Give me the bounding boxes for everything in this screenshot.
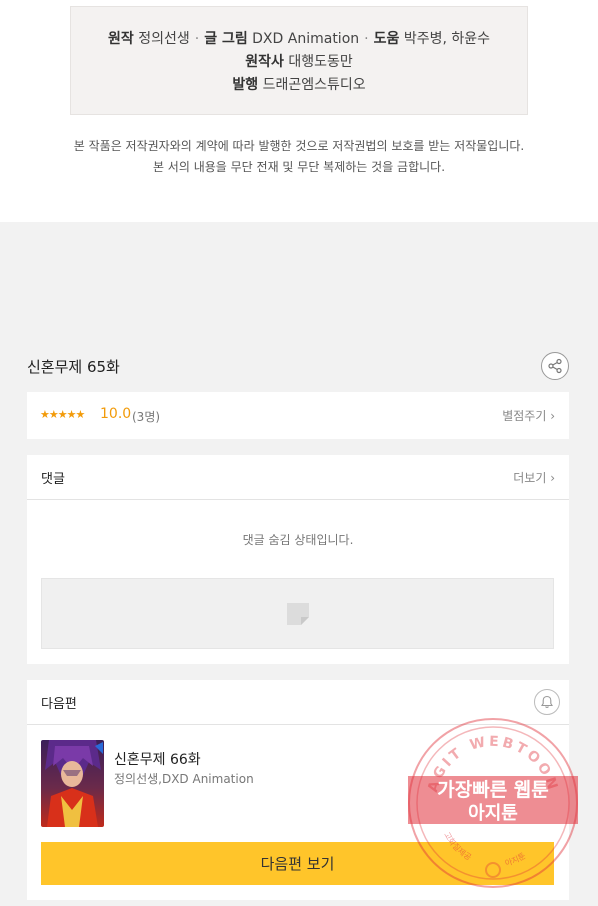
rating-card: ★★★★★ 10.0 (3명) 별점주기 ›: [27, 392, 569, 439]
share-icon: [548, 358, 562, 374]
next-episode-card: 다음편 신혼무제 66화 정의선생,DXD Animation 다음편 보기: [27, 680, 569, 900]
credits-line-2: 원작사 대행도동만: [71, 51, 527, 74]
comments-title: 댓글: [41, 472, 65, 487]
credit-value-original: 정의선생: [138, 31, 190, 47]
footer-info-section: 원작 정의선생 · 글 그림 DXD Animation · 도움 박주병, 하윤수 원…: [0, 0, 598, 222]
credit-label-publisher-origin: 원작사: [245, 54, 284, 70]
next-episode-button[interactable]: 다음편 보기: [41, 842, 554, 885]
episode-header: 신혼무제 65화: [27, 352, 569, 380]
credit-label-art: 글 그림: [204, 31, 248, 47]
comments-more-link[interactable]: 더보기 ›: [513, 469, 555, 486]
next-episode-header: 다음편: [27, 680, 569, 725]
copyright-line-2: 본 서의 내용을 무단 전재 및 무단 복제하는 것을 금합니다.: [152, 160, 446, 174]
bell-icon: [541, 695, 553, 708]
credit-value-publisher-origin: 대행도동만: [288, 54, 353, 70]
rate-button[interactable]: 별점주기 ›: [502, 407, 555, 424]
rating-score: 10.0: [100, 406, 132, 422]
copyright-line-1: 본 작품은 저작권자와의 계약에 따라 발행한 것으로 저작권법의 보호를 받는…: [73, 139, 525, 153]
episode-title: 신혼무제 65화: [27, 358, 120, 376]
credit-label-assist: 도움: [373, 31, 400, 47]
ad-placeholder[interactable]: [41, 578, 554, 649]
share-button[interactable]: [541, 352, 569, 380]
image-placeholder-icon: [286, 602, 309, 625]
credit-label-issuer: 발행: [232, 77, 259, 93]
credit-label-original: 원작: [107, 31, 134, 47]
next-episode-author: 정의선생,DXD Animation: [114, 772, 254, 786]
notification-button[interactable]: [534, 689, 560, 715]
next-episode-title[interactable]: 신혼무제 66화: [114, 749, 201, 769]
credit-value-assist: 박주병, 하윤수: [403, 31, 490, 47]
next-episode-section-title: 다음편: [41, 697, 77, 712]
credits-box: 원작 정의선생 · 글 그림 DXD Animation · 도움 박주병, 하윤수 원…: [70, 6, 528, 115]
comments-card: 댓글 더보기 › 댓글 숨김 상태입니다.: [27, 455, 569, 664]
copyright-notice: 본 작품은 저작권자와의 계약에 따라 발행한 것으로 저작권법의 보호를 받는…: [0, 136, 598, 178]
credits-line-3: 발행 드래곤엠스튜디오: [71, 74, 527, 97]
credits-line-1: 원작 정의선생 · 글 그림 DXD Animation · 도움 박주병, 하윤수: [71, 28, 527, 51]
rating-count: (3명): [132, 410, 161, 424]
comments-header: 댓글 더보기 ›: [27, 455, 569, 500]
credit-separator: ·: [364, 31, 369, 47]
star-rating-icon: ★★★★★: [40, 408, 85, 421]
next-episode-thumbnail[interactable]: [41, 740, 104, 827]
credit-value-art: DXD Animation: [252, 31, 360, 47]
credit-value-issuer: 드래곤엠스튜디오: [262, 77, 366, 93]
thumbnail-image: [41, 740, 104, 827]
credit-separator: ·: [194, 31, 200, 47]
comments-hidden-message: 댓글 숨김 상태입니다.: [242, 533, 354, 547]
